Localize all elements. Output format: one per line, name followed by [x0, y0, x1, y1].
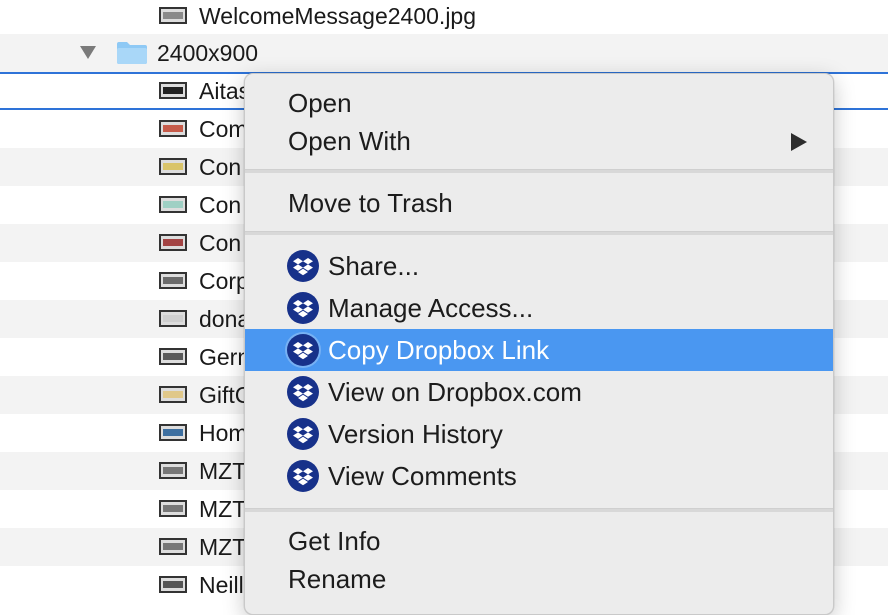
image-file-icon: [159, 310, 187, 327]
menu-item-dropbox-view-comments[interactable]: View Comments: [245, 455, 833, 497]
folder-row[interactable]: 2400x900: [0, 34, 888, 72]
folder-name: 2400x900: [157, 40, 259, 66]
image-file-icon: [159, 120, 187, 137]
menu-item-label: Share...: [328, 251, 420, 281]
menu-item-dropbox-share[interactable]: Share...: [245, 245, 833, 287]
menu-item-label: Get Info: [288, 526, 381, 556]
image-file-icon: [159, 7, 187, 24]
image-file-icon: [159, 348, 187, 365]
menu-item-label: Version History: [328, 419, 503, 449]
image-file-icon: [159, 500, 187, 517]
file-name: MZT: [199, 458, 247, 484]
menu-item-dropbox-copy-link[interactable]: Copy Dropbox Link: [245, 329, 833, 371]
file-name: dona: [199, 306, 251, 332]
menu-item-get-info[interactable]: Get Info: [245, 520, 833, 562]
file-name: WelcomeMessage2400.jpg: [199, 3, 477, 29]
image-file-icon: [159, 234, 187, 251]
image-file-icon: [159, 538, 187, 555]
file-name: Hom: [199, 420, 248, 446]
image-file-icon: [159, 82, 187, 99]
image-file-icon: [159, 462, 187, 479]
menu-item-dropbox-view-on-web[interactable]: View on Dropbox.com: [245, 371, 833, 413]
dropbox-icon: [287, 376, 319, 408]
file-name: Corp: [199, 268, 249, 294]
menu-item-label: Manage Access...: [328, 293, 534, 323]
menu-separator: [245, 508, 833, 512]
menu-separator: [245, 231, 833, 235]
menu-item-move-to-trash[interactable]: Move to Trash: [245, 182, 833, 224]
dropbox-icon: [287, 334, 319, 366]
menu-item-dropbox-version-history[interactable]: Version History: [245, 413, 833, 455]
dropbox-icon: [287, 250, 319, 282]
file-name: Con: [199, 192, 242, 218]
menu-separator: [245, 169, 833, 173]
list-item[interactable]: WelcomeMessage2400.jpg: [0, 0, 888, 35]
file-name: Neill: [199, 572, 244, 598]
menu-item-label: Copy Dropbox Link: [328, 335, 550, 365]
image-file-icon: [159, 196, 187, 213]
file-name: Com: [199, 116, 248, 142]
menu-item-label: Rename: [288, 564, 387, 594]
file-name: Con: [199, 230, 242, 256]
menu-item-label: View on Dropbox.com: [328, 377, 582, 407]
context-menu: Open Open With Move to Trash Share... Ma…: [244, 73, 834, 615]
folder-icon: [117, 42, 147, 64]
dropbox-icon: [287, 460, 319, 492]
file-name: MZT: [199, 496, 247, 522]
dropbox-icon: [287, 292, 319, 324]
menu-item-open-with[interactable]: Open With: [245, 120, 833, 162]
image-file-icon: [159, 424, 187, 441]
menu-item-label: View Comments: [328, 461, 517, 491]
file-name: MZT: [199, 534, 247, 560]
file-name: Aitas: [199, 78, 251, 104]
menu-item-dropbox-manage-access[interactable]: Manage Access...: [245, 287, 833, 329]
dropbox-icon: [287, 418, 319, 450]
image-file-icon: [159, 272, 187, 289]
menu-item-label: Open: [288, 88, 352, 118]
file-name: Con: [199, 154, 242, 180]
submenu-arrow-icon: [791, 133, 807, 151]
disclosure-triangle-icon[interactable]: [80, 46, 96, 59]
menu-item-open[interactable]: Open: [245, 82, 833, 124]
image-file-icon: [159, 576, 187, 593]
menu-item-rename[interactable]: Rename: [245, 558, 833, 600]
menu-item-label: Open With: [288, 126, 411, 156]
image-file-icon: [159, 386, 187, 403]
menu-item-label: Move to Trash: [288, 188, 453, 218]
image-file-icon: [159, 158, 187, 175]
